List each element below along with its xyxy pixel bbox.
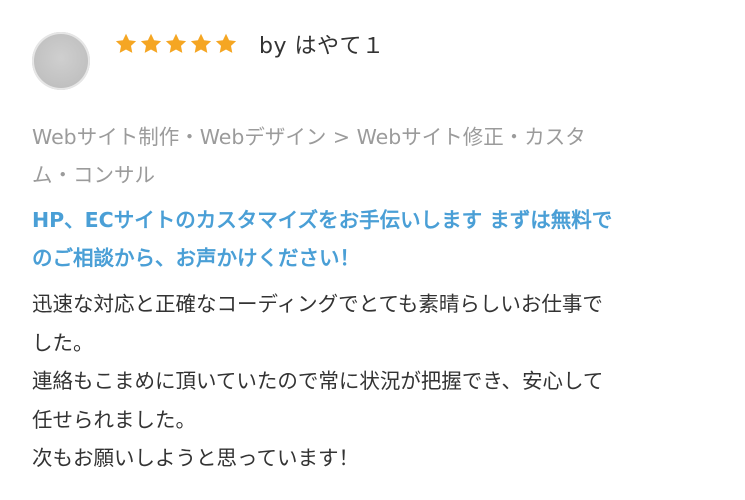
star-icon xyxy=(140,33,162,53)
service-title-line: のご相談から、お声かけください！ xyxy=(32,246,360,270)
star-icon xyxy=(190,33,212,53)
star-icon xyxy=(215,33,237,53)
review-text-line: 任せられました。 xyxy=(32,407,196,432)
service-category[interactable]: Webサイト制作・Webデザイン > Webサイト修正・カスタ ム・コンサル xyxy=(32,118,712,194)
category-line: ム・コンサル xyxy=(32,163,155,187)
review-text-line: 迅速な対応と正確なコーディングでとても素晴らしいお仕事で xyxy=(32,292,603,316)
service-title-line: HP、ECサイトのカスタマイズをお手伝いします まずは無料で xyxy=(32,208,613,232)
service-title-link[interactable]: HP、ECサイトのカスタマイズをお手伝いします まずは無料で のご相談から、お声… xyxy=(32,201,717,277)
review-body: 迅速な対応と正確なコーディングでとても素晴らしいお仕事で した。 連絡もこまめに… xyxy=(32,285,717,478)
star-icon xyxy=(115,33,137,53)
review-text-line: 連絡もこまめに頂いていたので常に状況が把握でき、安心して xyxy=(32,369,604,393)
review-text-line: 次もお願いしようと思っています！ xyxy=(32,446,359,470)
category-line: Webサイト制作・Webデザイン > Webサイト修正・カスタ xyxy=(32,125,586,149)
review-text-line: した。 xyxy=(32,330,94,355)
reviewer-name[interactable]: by はやて１ xyxy=(259,28,384,60)
reviewer-avatar[interactable] xyxy=(32,32,90,90)
star-rating xyxy=(114,32,238,56)
star-icon xyxy=(165,33,187,53)
review-header: by はやて１ xyxy=(114,28,384,60)
